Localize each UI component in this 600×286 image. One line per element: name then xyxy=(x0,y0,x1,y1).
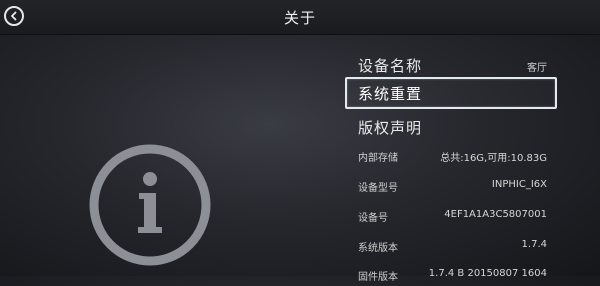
info-label: 设备号 xyxy=(358,213,388,224)
info-label: 内部存储 xyxy=(358,153,398,164)
menu-item-system-reset[interactable]: 系统重置 xyxy=(345,77,557,109)
info-value: 1.7.4 B 20150807 1604 xyxy=(428,268,547,279)
info-label: 设备型号 xyxy=(358,183,398,194)
menu-item-label: 系统重置 xyxy=(358,85,423,103)
menu-item-label: 设备名称 xyxy=(358,57,423,75)
info-value: 4EF1A1A3C5807001 xyxy=(444,209,547,220)
info-icon xyxy=(89,144,211,266)
info-row-model: 设备型号 INPHIC_I6X xyxy=(345,173,557,197)
info-row-storage: 内部存储 总共:16G,可用:10.83G xyxy=(345,143,557,167)
menu-item-copyright[interactable]: 版权声明 xyxy=(345,111,557,141)
info-value: INPHIC_I6X xyxy=(491,179,547,190)
info-value: 1.7.4 xyxy=(521,239,547,250)
page-title: 关于 xyxy=(283,9,316,27)
info-row-device-id: 设备号 4EF1A1A3C5807001 xyxy=(345,203,557,227)
info-value: 总共:16G,可用:10.83G xyxy=(440,153,547,164)
menu-item-device-name[interactable]: 设备名称 客厅 xyxy=(345,49,557,79)
menu-item-label: 版权声明 xyxy=(358,119,423,137)
info-row-system-version: 系统版本 1.7.4 xyxy=(345,233,557,257)
device-name-value: 客厅 xyxy=(527,63,547,74)
info-row-firmware-version: 固件版本 1.7.4 B 20150807 1604 xyxy=(345,262,557,286)
info-label: 系统版本 xyxy=(358,243,398,254)
title-bar: 关于 xyxy=(0,0,600,35)
